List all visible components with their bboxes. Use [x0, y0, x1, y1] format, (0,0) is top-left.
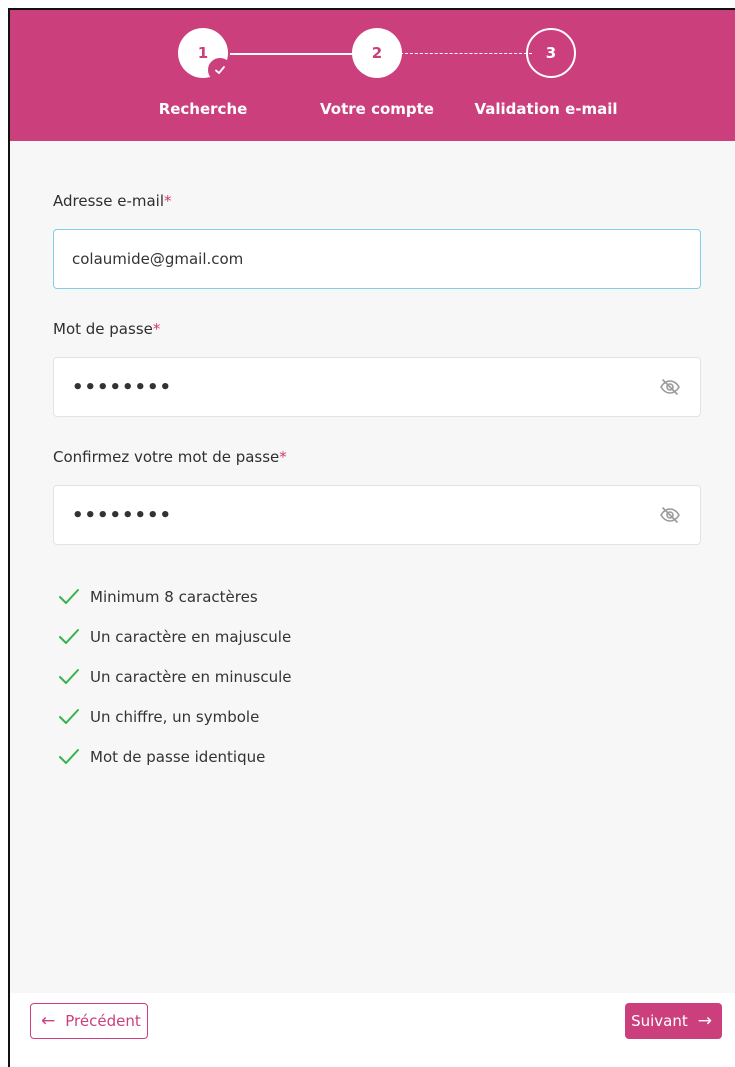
confirm-password-input[interactable]: •••••••• — [53, 485, 701, 545]
stepper-header: 1 2 3 Recherche Votre compte Validation … — [10, 10, 735, 141]
step-2-label: Votre compte — [320, 100, 434, 118]
rule-text: Un caractère en majuscule — [90, 628, 292, 646]
confirm-password-value: •••••••• — [72, 504, 173, 526]
step-1-label: Recherche — [158, 100, 248, 118]
previous-button-label: Précédent — [65, 1012, 141, 1030]
email-label-text: Adresse e-mail — [53, 192, 164, 210]
confirm-password-label: Confirmez votre mot de passe* — [53, 448, 287, 466]
step-1-circle[interactable]: 1 — [178, 28, 232, 82]
rule-item: Un chiffre, un symbole — [58, 697, 292, 737]
next-button-label: Suivant — [631, 1012, 688, 1030]
password-label: Mot de passe* — [53, 320, 160, 338]
signup-panel: 1 2 3 Recherche Votre compte Validation … — [8, 8, 735, 1067]
password-rules-list: Minimum 8 caractères Un caractère en maj… — [58, 577, 292, 777]
confirm-label-text: Confirmez votre mot de passe — [53, 448, 280, 466]
step-connector-2-3 — [400, 53, 532, 54]
rule-item: Mot de passe identique — [58, 737, 292, 777]
password-input[interactable]: •••••••• — [53, 357, 701, 417]
check-icon — [59, 589, 79, 604]
arrow-left-icon: ← — [41, 1011, 56, 1031]
required-mark: * — [279, 448, 287, 466]
rule-item: Un caractère en majuscule — [58, 617, 292, 657]
required-mark: * — [152, 320, 161, 338]
eye-off-icon[interactable] — [658, 375, 682, 399]
step-3-number: 3 — [545, 44, 557, 62]
rule-item: Minimum 8 caractères — [58, 577, 292, 617]
check-icon — [59, 629, 79, 644]
check-icon — [208, 58, 232, 82]
rule-text: Minimum 8 caractères — [90, 588, 258, 606]
eye-off-icon[interactable] — [658, 503, 682, 527]
footer-bar: ← Précédent Suivant → — [10, 993, 735, 1067]
check-icon — [59, 749, 79, 764]
rule-text: Un chiffre, un symbole — [90, 708, 260, 726]
step-connector-1-2 — [230, 53, 360, 55]
step-2-circle[interactable]: 2 — [352, 28, 402, 78]
check-icon — [59, 709, 79, 724]
email-value: colaumide@gmail.com — [72, 250, 244, 268]
rule-item: Un caractère en minuscule — [58, 657, 292, 697]
step-3-label: Validation e-mail — [474, 100, 618, 118]
arrow-right-icon: → — [697, 1011, 712, 1031]
password-value: •••••••• — [72, 376, 173, 398]
step-3-circle[interactable]: 3 — [526, 28, 576, 78]
rule-text: Mot de passe identique — [90, 748, 266, 766]
email-label: Adresse e-mail* — [53, 192, 172, 210]
password-label-text: Mot de passe — [53, 320, 153, 338]
next-button[interactable]: Suivant → — [625, 1003, 722, 1039]
rule-text: Un caractère en minuscule — [90, 668, 292, 686]
check-icon — [59, 669, 79, 684]
previous-button[interactable]: ← Précédent — [30, 1003, 148, 1039]
required-mark: * — [164, 192, 172, 210]
step-2-number: 2 — [371, 44, 383, 62]
step-1-number: 1 — [197, 44, 209, 62]
email-input[interactable]: colaumide@gmail.com — [53, 229, 701, 289]
